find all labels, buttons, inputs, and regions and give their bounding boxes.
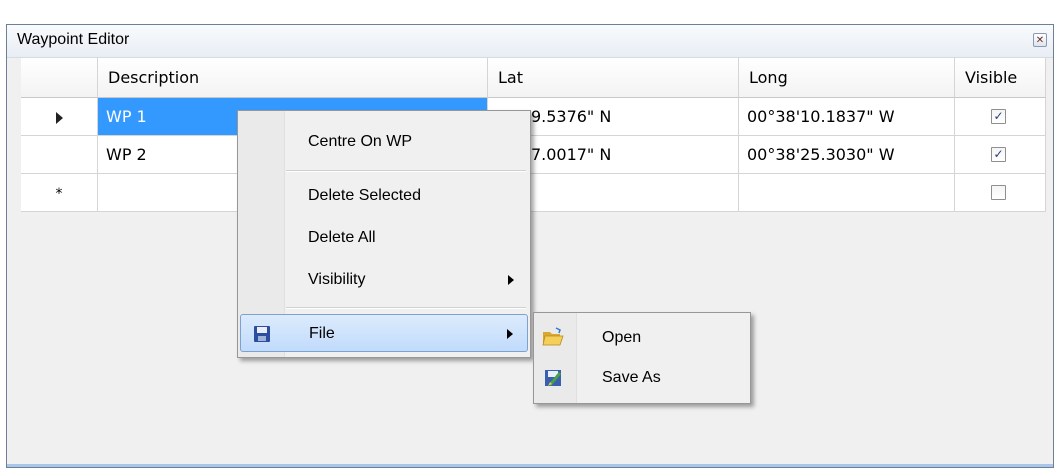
folder-open-icon <box>542 327 564 346</box>
menu-item-label: Centre On WP <box>308 133 413 150</box>
visible-cell[interactable]: ✓ <box>955 136 1046 174</box>
visible-checkbox[interactable] <box>991 185 1006 200</box>
menu-item-label: File <box>309 325 335 342</box>
menu-item-save-as[interactable]: Save As <box>536 359 748 397</box>
menu-item-file[interactable]: File <box>240 314 528 352</box>
menu-item-label: Delete Selected <box>308 187 421 204</box>
column-header-long[interactable]: Long <box>739 58 955 98</box>
visible-checkbox[interactable]: ✓ <box>991 109 1006 124</box>
long-cell[interactable]: 00°38'10.1837" W <box>739 98 955 136</box>
window-title: Waypoint Editor <box>17 31 130 48</box>
visible-cell[interactable]: ✓ <box>955 98 1046 136</box>
new-row-icon: * <box>55 186 63 202</box>
current-row-indicator-icon <box>55 111 63 124</box>
window-bottom-border <box>7 464 1053 467</box>
submenu-arrow-icon <box>508 275 514 285</box>
close-icon[interactable]: ✕ <box>1033 33 1047 47</box>
menu-separator <box>286 170 526 172</box>
column-header-visible[interactable]: Visible <box>955 58 1046 98</box>
file-submenu: Open Save As <box>533 312 751 404</box>
row-header[interactable] <box>21 98 98 136</box>
menu-item-open[interactable]: Open <box>536 319 748 357</box>
menu-item-label: Open <box>602 329 642 346</box>
menu-separator <box>286 307 526 309</box>
row-header[interactable]: * <box>21 174 98 212</box>
row-header-corner[interactable] <box>21 58 98 98</box>
long-cell[interactable] <box>739 174 955 212</box>
menu-item-label: Visibility <box>308 271 366 288</box>
visible-checkbox[interactable]: ✓ <box>991 147 1006 162</box>
column-header-description[interactable]: Description <box>98 58 488 98</box>
submenu-arrow-icon <box>507 329 513 339</box>
row-header[interactable] <box>21 136 98 174</box>
menu-item-delete-all[interactable]: Delete All <box>240 219 528 257</box>
menu-item-label: Delete All <box>308 229 376 246</box>
menu-item-visibility[interactable]: Visibility <box>240 261 528 299</box>
visible-cell[interactable] <box>955 174 1046 212</box>
long-cell[interactable]: 00°38'25.3030" W <box>739 136 955 174</box>
context-menu: Centre On WP Delete Selected Delete All … <box>237 110 531 358</box>
menu-item-label: Save As <box>602 369 661 386</box>
menu-item-centre-on-wp[interactable]: Centre On WP <box>240 123 528 161</box>
floppy-disk-icon <box>254 326 270 342</box>
column-header-lat[interactable]: Lat <box>488 58 739 98</box>
title-bar: Waypoint Editor ✕ <box>7 25 1053 58</box>
save-as-icon <box>545 370 562 386</box>
menu-item-delete-selected[interactable]: Delete Selected <box>240 177 528 215</box>
